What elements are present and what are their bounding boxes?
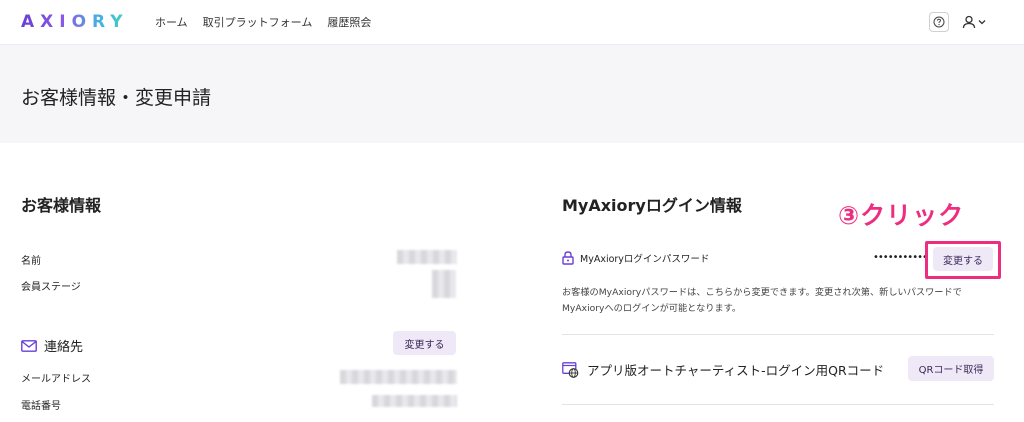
email-label: メールアドレス	[21, 374, 91, 385]
password-row: MyAxioryログインパスワード	[562, 251, 709, 265]
name-label: 名前	[21, 256, 41, 267]
user-menu-button[interactable]	[962, 13, 990, 31]
page-title: お客様情報・変更申請	[21, 87, 212, 109]
contact-title: 連絡先	[44, 340, 84, 355]
mail-icon	[21, 339, 37, 352]
help-button[interactable]	[929, 12, 949, 32]
divider	[562, 404, 994, 405]
axiory-logo[interactable]: AXIORY	[21, 12, 129, 32]
browser-globe-icon	[562, 361, 579, 378]
password-masked-value: •••••••••••	[873, 252, 928, 263]
phone-label: 電話番号	[21, 401, 61, 412]
qr-code-button[interactable]: QRコード取得	[908, 356, 994, 381]
user-icon	[962, 15, 976, 29]
email-value-redacted	[340, 370, 457, 384]
nav-item-platforms[interactable]: 取引プラットフォーム	[203, 14, 313, 30]
member-stage-value-redacted	[432, 270, 456, 298]
login-info-title: MyAxioryログイン情報	[562, 196, 742, 215]
chevron-down-icon	[978, 20, 986, 25]
contact-heading: 連絡先	[21, 336, 83, 355]
password-label: MyAxioryログインパスワード	[580, 254, 710, 265]
nav-item-history[interactable]: 履歴照会	[327, 14, 371, 30]
annotation-highlight-box	[925, 241, 1001, 279]
divider	[562, 334, 994, 335]
customer-info-title: お客様情報	[21, 196, 102, 215]
name-value-redacted	[397, 250, 457, 264]
main-nav: ホーム 取引プラットフォーム 履歴照会	[155, 14, 371, 30]
page-header-band: お客様情報・変更申請	[0, 45, 1024, 143]
question-icon	[933, 16, 945, 28]
top-navigation-bar: AXIORY ホーム 取引プラットフォーム 履歴照会	[0, 0, 1024, 45]
member-stage-label: 会員ステージ	[21, 282, 81, 293]
phone-value-redacted	[372, 395, 457, 407]
qr-label: アプリ版オートチャーティスト-ログイン用QRコード	[587, 363, 885, 378]
password-note: お客様のMyAxioryパスワードは、こちらから変更できます。変更され次第、新し…	[562, 287, 962, 314]
qr-row: アプリ版オートチャーティスト-ログイン用QRコード	[562, 360, 884, 379]
annotation-callout: ③クリック	[838, 201, 965, 230]
nav-item-home[interactable]: ホーム	[155, 14, 188, 30]
contact-change-button[interactable]: 変更する	[393, 331, 456, 355]
lock-icon	[562, 251, 574, 265]
